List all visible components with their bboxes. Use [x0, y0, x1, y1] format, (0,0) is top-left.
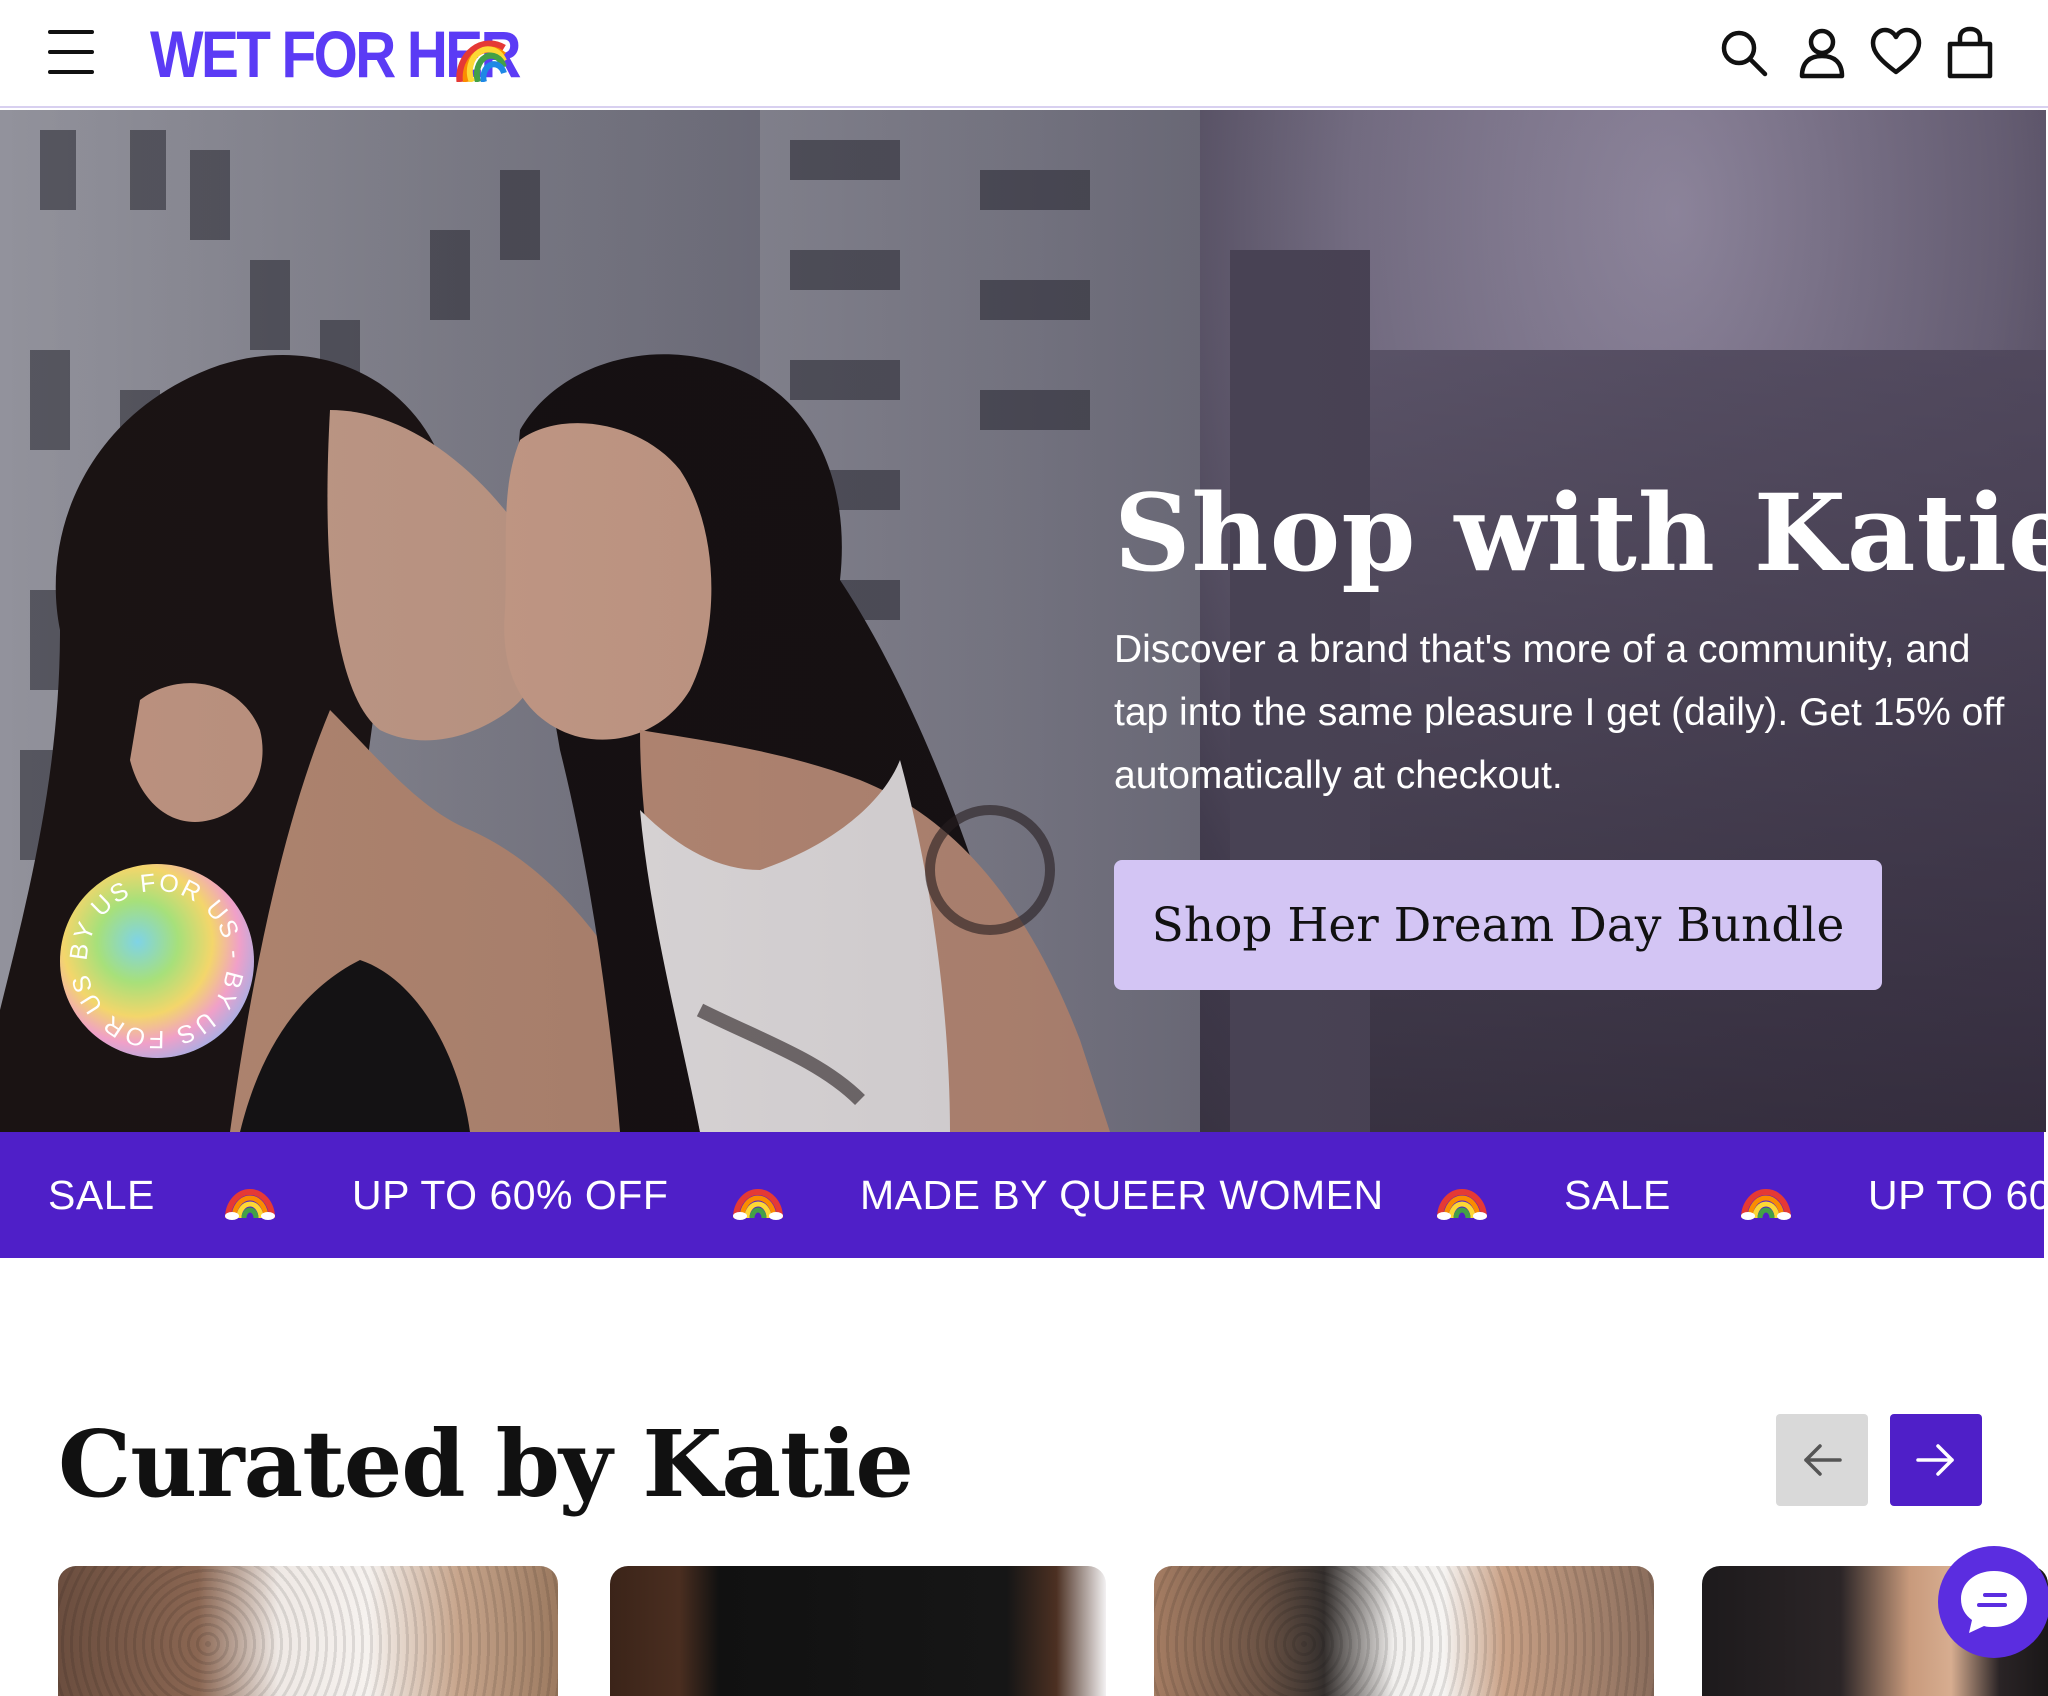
marquee-item: UP TO 60% OFF — [352, 1171, 669, 1218]
site-logo[interactable]: WET FOR HER — [150, 14, 579, 94]
chat-button[interactable] — [1938, 1546, 2048, 1658]
search-icon[interactable] — [1718, 26, 1770, 80]
account-icon[interactable] — [1796, 26, 1848, 80]
marquee-item: UP TO 60 — [1868, 1171, 2044, 1218]
rainbow-icon — [1741, 1189, 1791, 1220]
product-card[interactable] — [610, 1566, 1106, 1696]
by-us-for-us-badge: BY US FOR US - BY US FOR US - — [58, 862, 254, 1058]
marquee-item: SALE — [48, 1171, 155, 1218]
rainbow-icon — [1437, 1189, 1487, 1220]
hero-title: Shop with Katie — [1114, 470, 2046, 595]
product-card[interactable] — [58, 1566, 558, 1696]
chat-icon — [1961, 1571, 2027, 1633]
rainbow-icon — [733, 1189, 783, 1220]
promo-marquee: SALE UP TO 60% OFF MADE BY QUEER WOMEN S… — [0, 1132, 2044, 1258]
hero-banner: Shop with Katie Discover a brand that's … — [0, 110, 2046, 1132]
product-card[interactable] — [1154, 1566, 1654, 1696]
rainbow-icon — [225, 1189, 275, 1220]
carousel-prev-button[interactable] — [1776, 1414, 1868, 1506]
arrow-left-icon — [1804, 1444, 1842, 1476]
carousel-next-button[interactable] — [1890, 1414, 1982, 1506]
menu-icon[interactable] — [48, 30, 96, 74]
hero-description: Discover a brand that's more of a commun… — [1114, 628, 2005, 797]
heart-icon[interactable] — [1870, 26, 1922, 80]
marquee-item: SALE — [1564, 1171, 1671, 1218]
arrow-right-icon — [1916, 1444, 1954, 1476]
bag-icon[interactable] — [1944, 26, 1996, 80]
curated-title: Curated by Katie — [58, 1410, 914, 1518]
shop-bundle-button[interactable]: Shop Her Dream Day Bundle — [1114, 860, 1882, 990]
site-header: WET FOR HER — [0, 0, 2048, 108]
marquee-item: MADE BY QUEER WOMEN — [860, 1171, 1384, 1218]
rainbow-logo-icon — [456, 40, 507, 82]
